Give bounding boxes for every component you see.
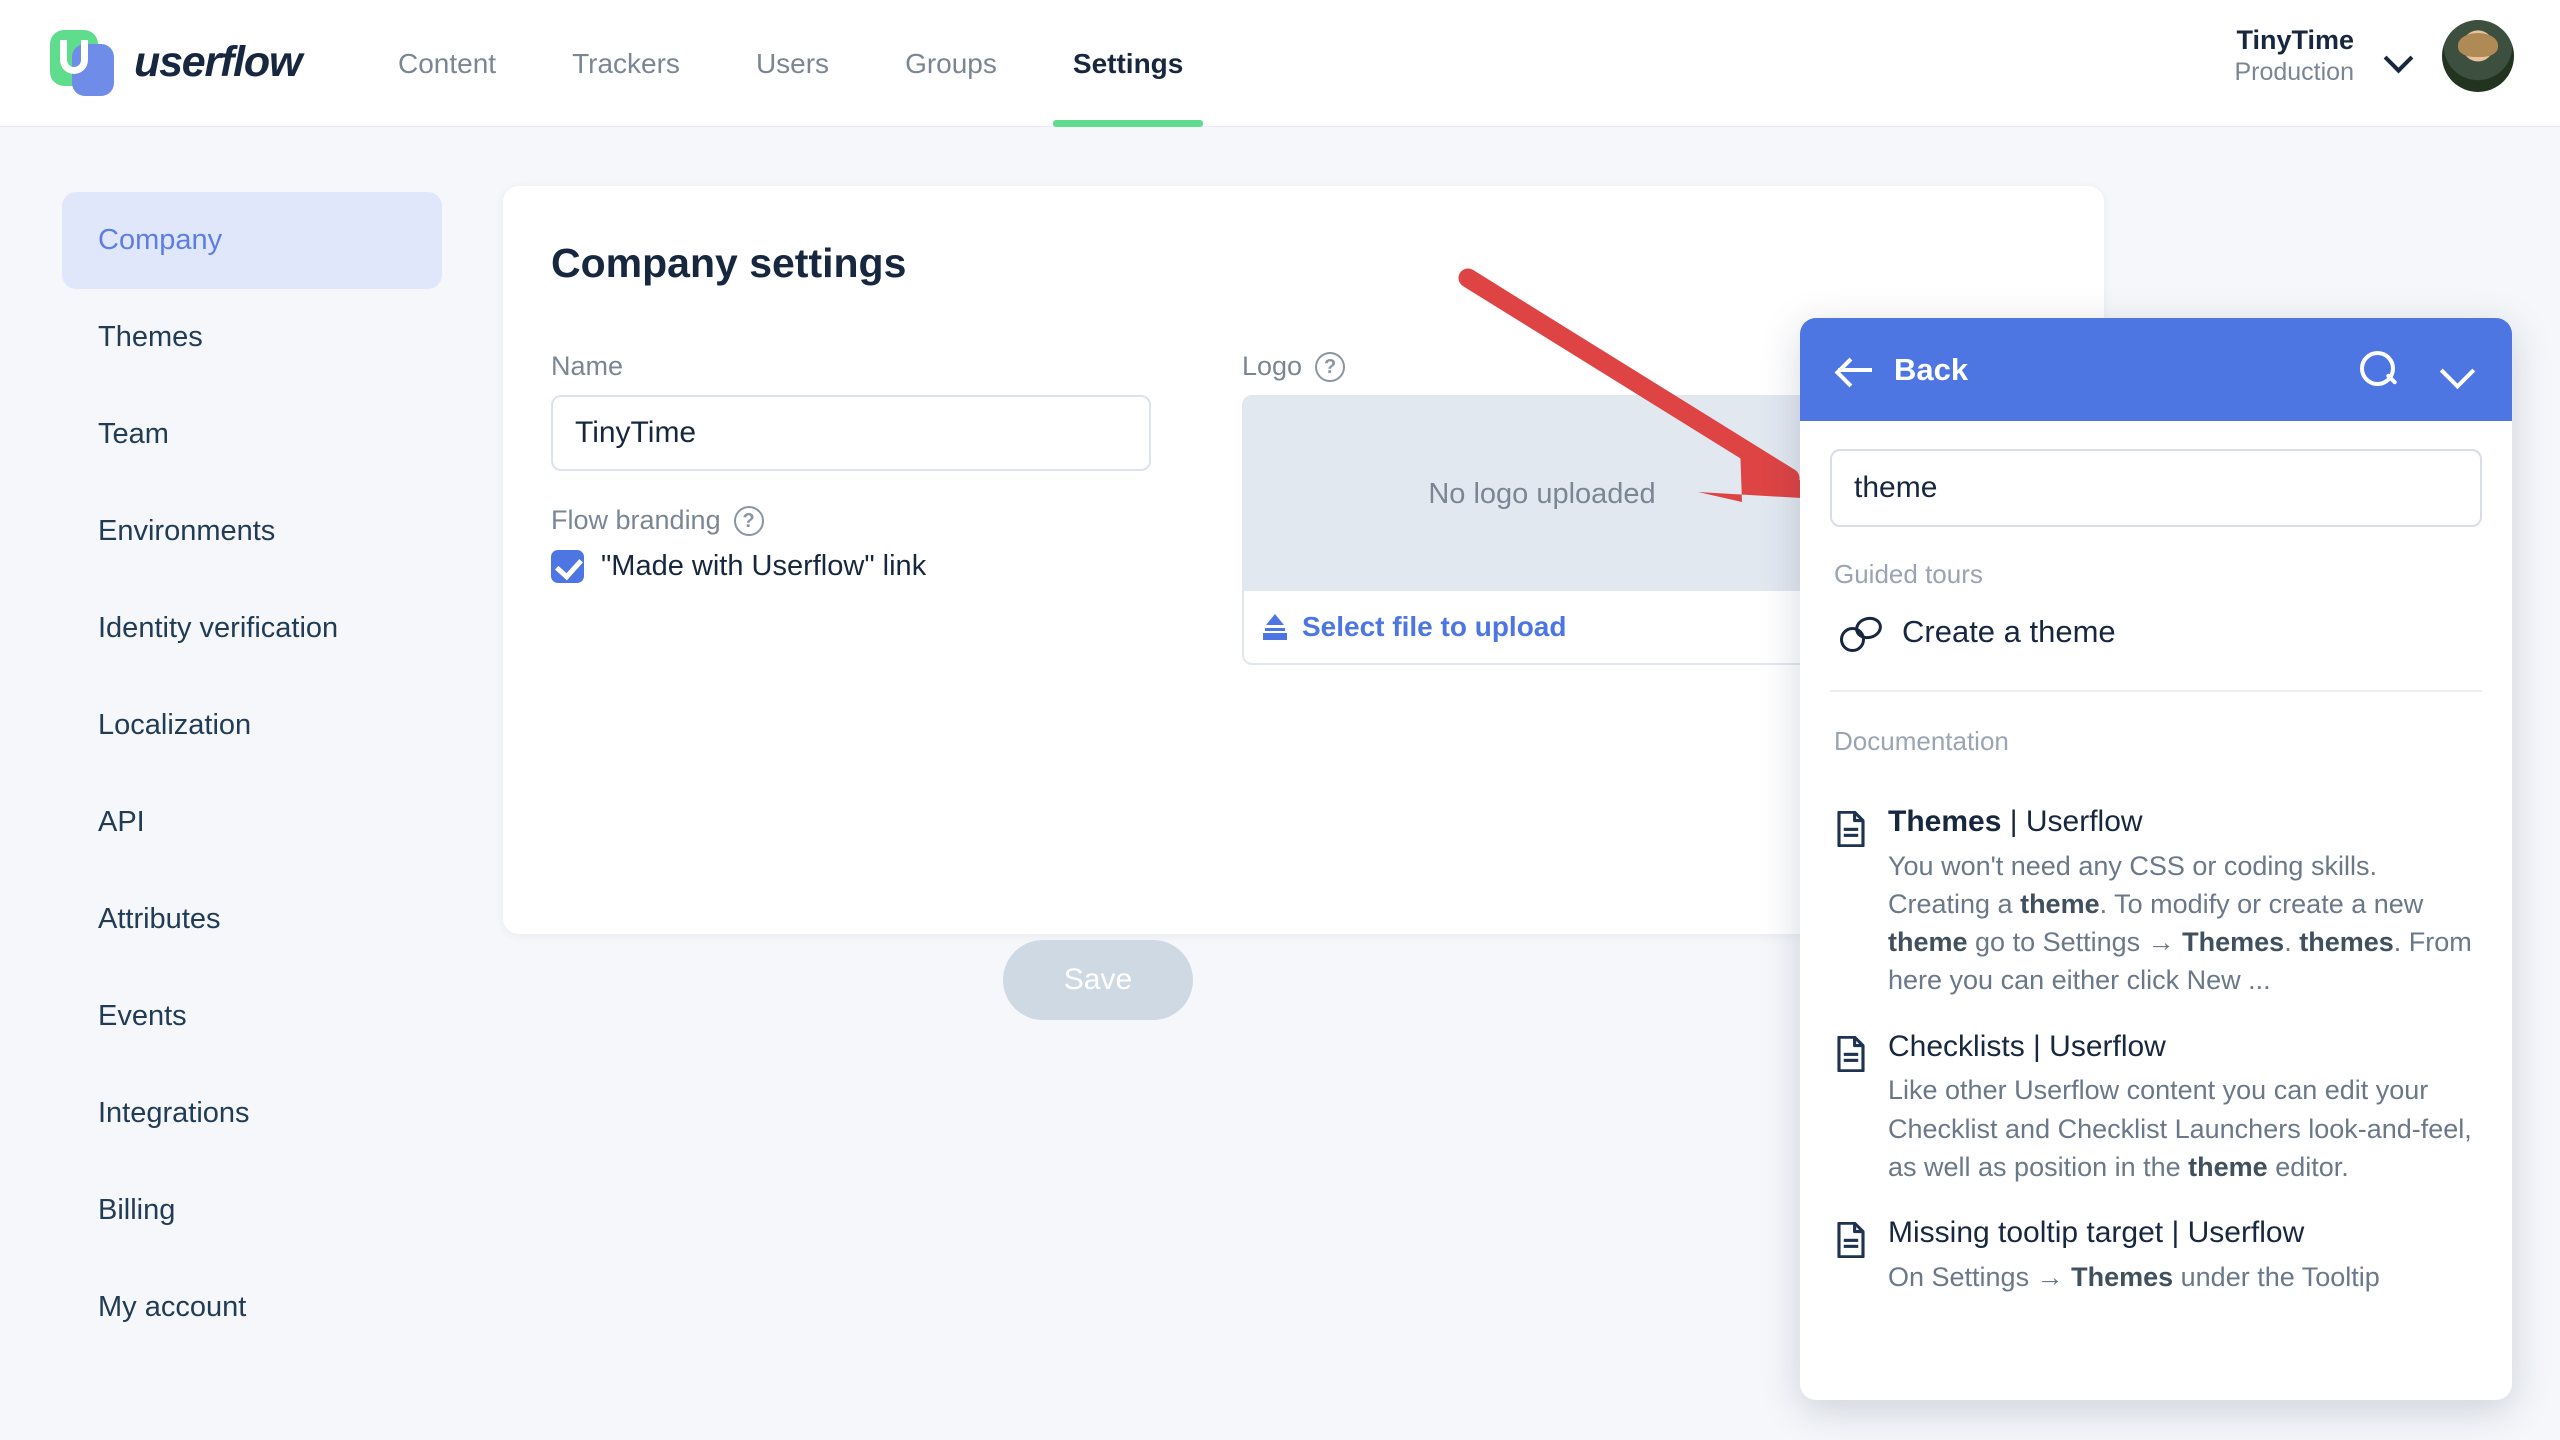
documentation-item-description: You won't need any CSS or coding skills.… — [1888, 850, 2472, 996]
account-name: TinyTime — [2236, 25, 2354, 56]
documentation-item[interactable]: Checklists | Userflow Like other Userflo… — [1830, 1000, 2482, 1186]
question-mark-icon[interactable]: ? — [1315, 351, 1346, 382]
documentation-item[interactable]: Missing tooltip target | Userflow On Set… — [1830, 1186, 2482, 1296]
nav-item-trackers[interactable]: Trackers — [534, 0, 718, 127]
doc-title-bold: Themes — [1888, 805, 2002, 838]
avatar[interactable] — [2442, 20, 2514, 92]
documentation-item-title: Checklists | Userflow — [1888, 1029, 2166, 1063]
guided-tour-label: Create a theme — [1902, 614, 2116, 649]
arrow-left-icon — [1838, 356, 1874, 384]
documentation-item-text: Missing tooltip target | Userflow On Set… — [1888, 1214, 2380, 1296]
search-icon[interactable] — [2360, 350, 2398, 389]
sidebar-item-environments[interactable]: Environments — [62, 483, 442, 580]
account-labels: TinyTime Production — [2234, 24, 2354, 87]
resource-center-search-input[interactable] — [1830, 449, 2482, 527]
documentation-item-description: Like other Userflow content you can edit… — [1888, 1075, 2472, 1182]
settings-sidebar: Company Themes Team Environments Identit… — [62, 192, 442, 1356]
account-environment: Production — [2234, 58, 2354, 87]
resource-center-panel: Back Guided tours Create a theme Documen… — [1800, 318, 2512, 1400]
upload-icon — [1262, 614, 1288, 640]
brand-logo[interactable]: userflow — [46, 26, 302, 98]
nav-item-users[interactable]: Users — [718, 0, 867, 127]
resource-center-header: Back — [1800, 318, 2512, 421]
chevron-down-icon[interactable] — [2384, 42, 2412, 70]
logo-label-row: Logo ? — [1242, 351, 1842, 382]
brand-wordmark: userflow — [134, 37, 302, 86]
documentation-item-text: Checklists | Userflow Like other Userflo… — [1888, 1028, 2478, 1186]
guided-tours-section-label: Guided tours — [1834, 559, 1983, 589]
documentation-section-label: Documentation — [1834, 726, 2009, 756]
logo-upload-box: No logo uploaded Select file to upload — [1242, 395, 1842, 665]
app-root: userflow Content Trackers Users Groups S… — [0, 0, 2560, 1440]
save-button[interactable]: Save — [1003, 940, 1193, 1020]
guided-tour-icon — [1840, 617, 1878, 652]
made-with-userflow-label: "Made with Userflow" link — [601, 550, 927, 582]
select-file-to-upload-button[interactable]: Select file to upload — [1244, 591, 1840, 663]
made-with-userflow-checkbox[interactable] — [551, 550, 584, 583]
sidebar-item-company[interactable]: Company — [62, 192, 442, 289]
resource-center-header-actions — [2360, 350, 2474, 389]
sidebar-item-events[interactable]: Events — [62, 968, 442, 1065]
main-nav: Content Trackers Users Groups Settings — [360, 0, 1221, 127]
logo-field-group: Logo ? No logo uploaded Select file to u… — [1242, 351, 1842, 665]
chevron-down-icon[interactable] — [2440, 358, 2474, 382]
name-field-group: Name Flow branding ? "Made with Userflow… — [551, 351, 1151, 583]
nav-item-groups[interactable]: Groups — [867, 0, 1035, 127]
logo-field-label: Logo — [1242, 351, 1303, 381]
sidebar-item-attributes[interactable]: Attributes — [62, 871, 442, 968]
top-navigation-bar: userflow Content Trackers Users Groups S… — [0, 0, 2560, 127]
sidebar-item-themes[interactable]: Themes — [62, 289, 442, 386]
company-name-input[interactable] — [551, 395, 1151, 471]
documentation-item-title: Missing tooltip target | Userflow — [1888, 1216, 2305, 1250]
flow-branding-label-row: Flow branding ? — [551, 505, 1151, 536]
document-icon — [1837, 1222, 1865, 1259]
sidebar-item-identity-verification[interactable]: Identity verification — [62, 580, 442, 677]
sidebar-item-my-account[interactable]: My account — [62, 1259, 442, 1356]
nav-item-settings[interactable]: Settings — [1035, 0, 1221, 127]
made-with-userflow-checkbox-row[interactable]: "Made with Userflow" link — [551, 550, 1151, 583]
sidebar-item-localization[interactable]: Localization — [62, 677, 442, 774]
page-title: Company settings — [551, 240, 907, 286]
nav-item-content[interactable]: Content — [360, 0, 534, 127]
account-switcher[interactable]: TinyTime Production — [2234, 20, 2514, 92]
documentation-item-title: Themes | Userflow — [1888, 803, 2478, 841]
guided-tour-item-create-a-theme[interactable]: Create a theme — [1830, 608, 2482, 656]
sidebar-item-integrations[interactable]: Integrations — [62, 1065, 442, 1162]
doc-title-rest: | Userflow — [2001, 805, 2143, 838]
documentation-item-description: On Settings → Themes under the Tooltip — [1888, 1261, 2380, 1292]
select-file-label: Select file to upload — [1302, 611, 1567, 642]
back-label: Back — [1894, 351, 1969, 387]
flow-branding-label: Flow branding — [551, 505, 721, 535]
document-icon — [1837, 811, 1865, 847]
name-field-label: Name — [551, 351, 624, 381]
userflow-logo-icon — [46, 26, 118, 98]
question-mark-icon[interactable]: ? — [733, 505, 764, 536]
sidebar-item-team[interactable]: Team — [62, 386, 442, 483]
back-button[interactable]: Back — [1838, 352, 1968, 388]
documentation-item-text: Themes | Userflow You won't need any CSS… — [1888, 803, 2478, 1000]
logo-empty-state: No logo uploaded — [1244, 397, 1840, 591]
sidebar-item-billing[interactable]: Billing — [62, 1162, 442, 1259]
resource-center-body: Guided tours Create a theme Documentatio… — [1800, 421, 2512, 1296]
documentation-item[interactable]: Themes | Userflow You won't need any CSS… — [1830, 775, 2482, 1000]
sidebar-item-api[interactable]: API — [62, 774, 442, 871]
document-icon — [1837, 1035, 1865, 1072]
section-divider — [1830, 690, 2482, 692]
